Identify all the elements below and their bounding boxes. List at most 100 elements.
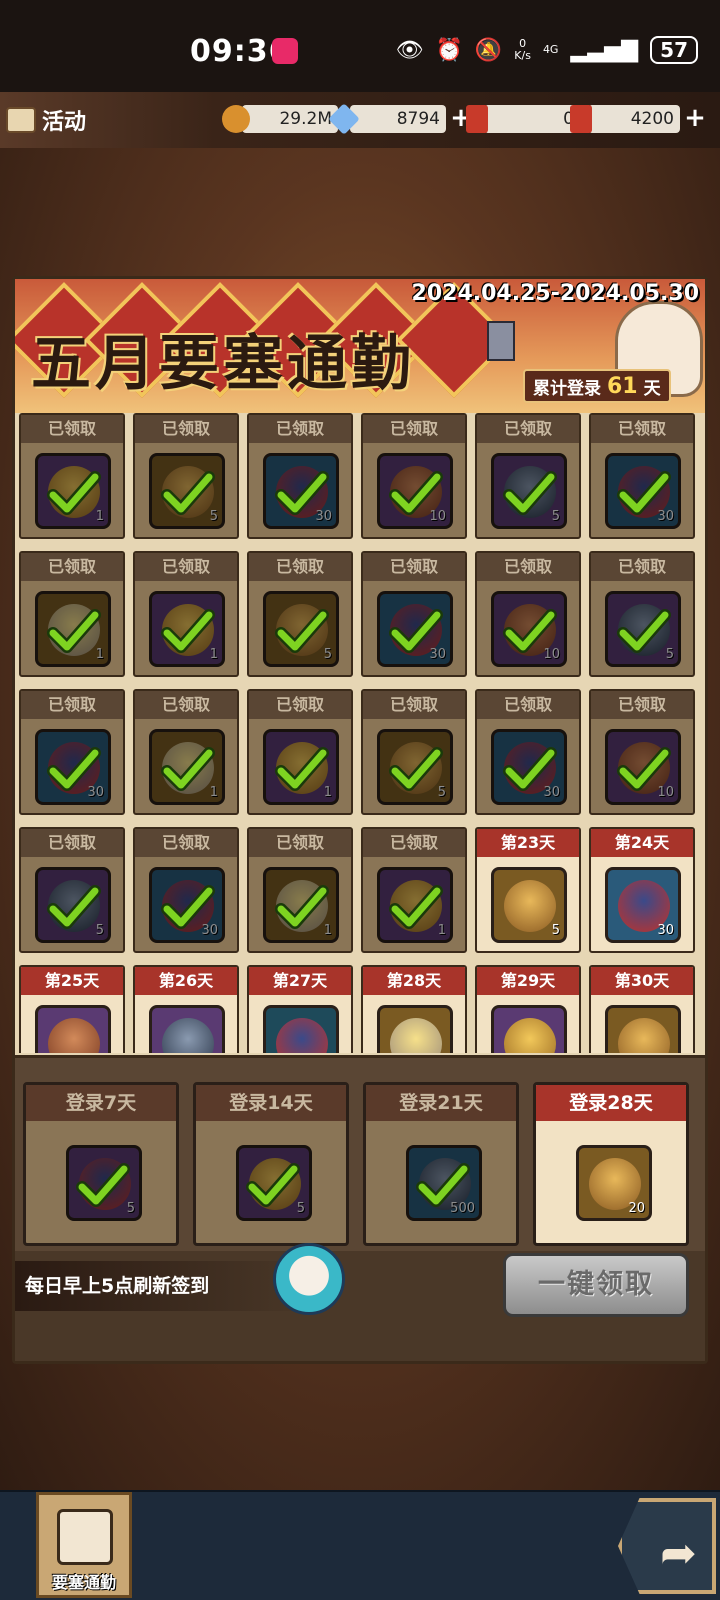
day-reward-cell[interactable]: 第30天 (589, 965, 695, 1053)
day-reward-cell[interactable]: 已领取 30 (589, 413, 695, 539)
claim-all-button[interactable]: 一键领取 (503, 1253, 689, 1317)
day-reward-cell[interactable]: 已领取 1 (19, 413, 125, 539)
day-reward-cell[interactable]: 已领取 1 (361, 827, 467, 953)
back-button[interactable]: ➦ (618, 1498, 716, 1594)
signal-icon: ▂▃▅▇ (570, 37, 639, 63)
checkmark-icon (275, 605, 329, 659)
checkmark-icon (161, 605, 215, 659)
day-reward-cell[interactable]: 第26天 (133, 965, 239, 1053)
page-title: 活动 (42, 110, 87, 135)
checkmark-icon (47, 743, 101, 797)
pot-reward-slot[interactable]: 20 (576, 1145, 652, 1221)
day-label: 已领取 (477, 691, 579, 719)
checkmark-icon (503, 467, 557, 521)
checkmark-icon (161, 881, 215, 935)
checkmark-icon (275, 467, 329, 521)
milestone-reward-card[interactable]: 登录28天 20 (533, 1082, 689, 1246)
checkmark-icon (161, 743, 215, 797)
checkmark-icon (47, 605, 101, 659)
day-reward-cell[interactable]: 已领取 5 (19, 827, 125, 953)
status-bar: 09:36 👁 ⏰ 🔕 0 K/s 4G ▂▃▅▇ 57 (0, 0, 720, 92)
day-reward-cell[interactable]: 已领取 1 (133, 689, 239, 815)
day-label: 已领取 (249, 829, 351, 857)
day-reward-cell[interactable]: 已领取 30 (19, 689, 125, 815)
battery-indicator: 57 (650, 36, 698, 64)
event-banner: 五月要塞通勤 2024.04.25-2024.05.30 累计登录 61 天 (15, 279, 705, 413)
checkmark-icon (617, 605, 671, 659)
day-reward-cell[interactable]: 已领取 1 (247, 827, 353, 953)
day-reward-cell[interactable]: 第24天 30 (589, 827, 695, 953)
chest-icon (6, 107, 36, 133)
ticket-dian-value: 4200 (588, 105, 680, 133)
fruit-reward-slot[interactable]: 30 (605, 867, 681, 943)
milestone-label: 登录28天 (536, 1085, 686, 1121)
day-reward-cell[interactable]: 已领取 30 (475, 689, 581, 815)
checkmark-icon (275, 881, 329, 935)
day-reward-cell[interactable]: 第27天 (247, 965, 353, 1053)
day-label: 第25天 (21, 967, 123, 995)
day-reward-cell[interactable]: 第23天 5 (475, 827, 581, 953)
day-reward-cell[interactable]: 已领取 30 (133, 827, 239, 953)
checkmark-icon (503, 605, 557, 659)
coins-reward-slot[interactable] (491, 1005, 567, 1053)
reward-quantity: 20 (628, 1201, 645, 1216)
day-label: 已领取 (591, 415, 693, 443)
checkmark-icon (161, 467, 215, 521)
pot-reward-slot[interactable]: 5 (491, 867, 567, 943)
ticket-dai-value: 0 (484, 105, 580, 133)
pot-reward-slot[interactable] (605, 1005, 681, 1053)
calendar-icon (57, 1509, 113, 1565)
tab-label: 要塞通勤 (51, 1573, 116, 1592)
day-reward-cell[interactable]: 已领取 5 (589, 551, 695, 677)
day-label: 已领取 (135, 691, 237, 719)
signin-panel: 五月要塞通勤 2024.04.25-2024.05.30 累计登录 61 天 已… (12, 276, 708, 1364)
day-reward-cell[interactable]: 已领取 10 (361, 413, 467, 539)
gold-value: 29.2M (242, 105, 338, 133)
ore-reward-slot[interactable] (149, 1005, 225, 1053)
alarm-icon: ⏰ (435, 37, 463, 63)
ticket-dian-plus-button[interactable]: + (682, 105, 708, 133)
meat-icon (48, 1018, 100, 1053)
refresh-note: 每日早上5点刷新签到 (15, 1261, 315, 1311)
checkmark-icon (617, 743, 671, 797)
milestone-reward-card[interactable]: 登录7天 5 (23, 1082, 179, 1246)
milestone-reward-card[interactable]: 登录21天 500 (363, 1082, 519, 1246)
day-reward-cell[interactable]: 已领取 30 (361, 551, 467, 677)
daily-reward-grid: 已领取 1 已领取 5 已领取 30 已领取 10 已领取 5 已领取 30 已领取 1 已领取 1 已领取 5 已… (19, 413, 705, 1053)
status-icons: 👁 ⏰ 🔕 0 K/s 4G ▂▃▅▇ 57 (396, 36, 698, 64)
milestone-label: 登录21天 (366, 1085, 516, 1121)
day-reward-cell[interactable]: 第25天 (19, 965, 125, 1053)
day-reward-cell[interactable]: 已领取 30 (247, 413, 353, 539)
day-label: 第30天 (591, 967, 693, 995)
network-type: 4G (542, 43, 559, 56)
day-label: 第27天 (249, 967, 351, 995)
day-reward-cell[interactable]: 已领取 5 (475, 413, 581, 539)
fruit-reward-slot[interactable] (263, 1005, 339, 1053)
tab-fortress-commute[interactable]: 要塞通勤 (36, 1492, 132, 1598)
day-reward-cell[interactable]: 已领取 1 (19, 551, 125, 677)
hammer-icon (487, 321, 515, 361)
day-reward-cell[interactable]: 第29天 (475, 965, 581, 1053)
ticket-dian-icon (570, 105, 592, 133)
day-reward-cell[interactable]: 已领取 5 (361, 689, 467, 815)
eye-icon: 👁 (395, 37, 424, 63)
day-reward-cell[interactable]: 已领取 5 (247, 551, 353, 677)
day-label: 第23天 (477, 829, 579, 857)
day-reward-cell[interactable]: 已领取 1 (133, 551, 239, 677)
day-reward-cell[interactable]: 第28天 (361, 965, 467, 1053)
return-arrow-icon: ➦ (660, 1528, 697, 1579)
top-bar: 活动 29.2M 8794 + 0 4200 + (0, 92, 720, 148)
day-label: 已领取 (591, 553, 693, 581)
day-label: 已领取 (21, 691, 123, 719)
day-reward-cell[interactable]: 已领取 10 (589, 689, 695, 815)
angel-reward-slot[interactable] (377, 1005, 453, 1053)
milestone-reward-card[interactable]: 登录14天 5 (193, 1082, 349, 1246)
login-label: 累计登录 (533, 378, 601, 399)
meat-reward-slot[interactable] (35, 1005, 111, 1053)
day-reward-cell[interactable]: 已领取 1 (247, 689, 353, 815)
checkmark-icon (503, 743, 557, 797)
checkmark-icon (76, 1159, 130, 1213)
day-reward-cell[interactable]: 已领取 5 (133, 413, 239, 539)
bottom-bar: 要塞通勤 ➦ (0, 1490, 720, 1600)
day-reward-cell[interactable]: 已领取 10 (475, 551, 581, 677)
